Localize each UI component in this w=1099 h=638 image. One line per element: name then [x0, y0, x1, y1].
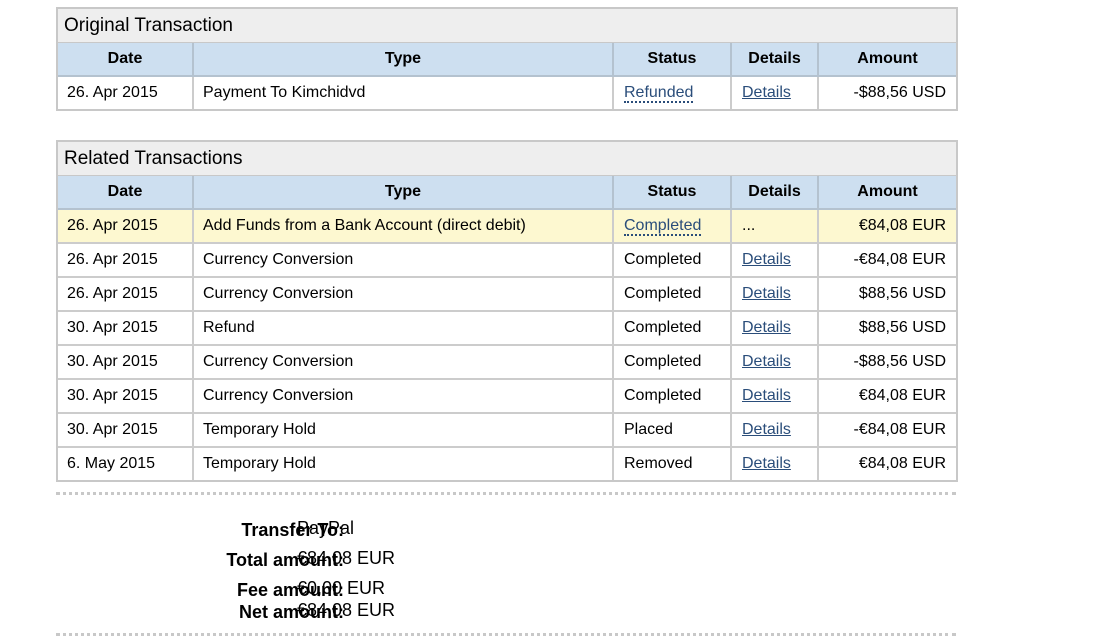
table-row: 26. Apr 2015 Payment To Kimchidvd Refund… — [58, 76, 956, 109]
row-status: Completed — [612, 378, 731, 413]
row-type: Temporary Hold — [192, 446, 613, 480]
status-completed-link[interactable]: Completed — [624, 217, 702, 236]
details-link[interactable]: Details — [742, 285, 791, 302]
details-placeholder: ... — [730, 209, 818, 243]
related-transactions-panel: Related Transactions Date Type Status De… — [56, 140, 958, 482]
row-amount: -$88,56 USD — [817, 76, 956, 109]
fee-amount-value: €0,00 EUR — [297, 578, 386, 598]
row-status: Removed — [612, 446, 731, 480]
row-date: 30. Apr 2015 — [58, 344, 193, 379]
status-refunded-link[interactable]: Refunded — [624, 84, 694, 103]
row-type: Payment To Kimchidvd — [192, 76, 613, 109]
row-date: 26. Apr 2015 — [67, 84, 158, 101]
column-header-details: Details — [730, 176, 818, 210]
row-date: 26. Apr 2015 — [58, 276, 193, 311]
row-type: Currency Conversion — [192, 378, 613, 413]
dotted-divider-bottom — [56, 633, 956, 636]
net-amount-value: €84,08 EUR — [297, 600, 396, 620]
column-header-status: Status — [612, 176, 731, 210]
row-status: Placed — [612, 412, 731, 447]
row-date: 6. May 2015 — [58, 446, 193, 480]
row-type: Refund — [192, 310, 613, 345]
details-link[interactable]: Details — [742, 353, 791, 370]
details-link[interactable]: Details — [742, 251, 791, 268]
details-link[interactable]: Details — [742, 421, 791, 438]
row-status: Completed — [612, 344, 731, 379]
details-link[interactable]: Details — [742, 455, 791, 472]
row-date: 30. Apr 2015 — [58, 378, 193, 413]
table-row: 30. Apr 2015 Refund Completed Details $8… — [58, 310, 956, 345]
column-header-date: Date — [58, 43, 193, 77]
row-type: Currency Conversion — [192, 344, 613, 379]
row-status: Completed — [612, 310, 731, 345]
table-row: 6. May 2015 Temporary Hold Removed Detai… — [58, 446, 956, 480]
original-transaction-title: Original Transaction — [58, 9, 956, 43]
column-header-type: Type — [192, 176, 613, 210]
related-transactions-title: Related Transactions — [58, 142, 956, 176]
row-amount: -€84,08 EUR — [817, 412, 956, 447]
row-type: Currency Conversion — [192, 242, 613, 277]
summary-net-amount: Net amount: €84,08 EUR — [56, 600, 656, 626]
column-header-date: Date — [58, 176, 193, 210]
details-link[interactable]: Details — [742, 387, 791, 404]
row-amount: $88,56 USD — [817, 310, 956, 345]
table-row: 30. Apr 2015 Currency Conversion Complet… — [58, 344, 956, 379]
row-date: 26. Apr 2015 — [58, 242, 193, 277]
related-transactions-table: Date Type Status Details Amount 26. Apr … — [58, 176, 956, 480]
table-row: 30. Apr 2015 Currency Conversion Complet… — [58, 378, 956, 413]
row-date: 30. Apr 2015 — [58, 412, 193, 447]
details-link[interactable]: Details — [742, 319, 791, 336]
summary-fee-amount: Fee amount: €0,00 EUR — [56, 578, 656, 602]
table-row: 26. Apr 2015 Currency Conversion Complet… — [58, 242, 956, 277]
row-status: Completed — [612, 242, 731, 277]
dotted-divider-top — [56, 492, 956, 495]
column-header-type: Type — [192, 43, 613, 77]
table-row: 26. Apr 2015 Add Funds from a Bank Accou… — [58, 209, 956, 243]
table-row: 26. Apr 2015 Currency Conversion Complet… — [58, 276, 956, 311]
row-date: 26. Apr 2015 — [58, 209, 193, 243]
row-amount: $88,56 USD — [817, 276, 956, 311]
row-type: Temporary Hold — [192, 412, 613, 447]
row-amount: €84,08 EUR — [817, 209, 956, 243]
column-header-amount: Amount — [817, 176, 956, 210]
summary-total-amount: Total amount: €84,08 EUR — [56, 548, 656, 572]
row-amount: -$88,56 USD — [817, 344, 956, 379]
column-header-details: Details — [730, 43, 818, 77]
total-amount-value: €84,08 EUR — [297, 548, 396, 568]
row-amount: €84,08 EUR — [817, 446, 956, 480]
row-date: 30. Apr 2015 — [58, 310, 193, 345]
table-row: 30. Apr 2015 Temporary Hold Placed Detai… — [58, 412, 956, 447]
column-header-status: Status — [612, 43, 731, 77]
summary-transfer-to: Transfer To: PayPal — [56, 518, 656, 542]
transfer-to-value: PayPal — [297, 518, 355, 538]
row-status: Completed — [612, 276, 731, 311]
row-amount: €84,08 EUR — [817, 378, 956, 413]
details-link[interactable]: Details — [742, 84, 791, 101]
original-transaction-panel: Original Transaction Date Type Status De… — [56, 7, 958, 111]
original-transaction-table: Date Type Status Details Amount 26. Apr … — [58, 43, 956, 109]
row-type: Currency Conversion — [192, 276, 613, 311]
row-type: Add Funds from a Bank Account (direct de… — [192, 209, 613, 243]
row-amount: -€84,08 EUR — [817, 242, 956, 277]
column-header-amount: Amount — [817, 43, 956, 77]
